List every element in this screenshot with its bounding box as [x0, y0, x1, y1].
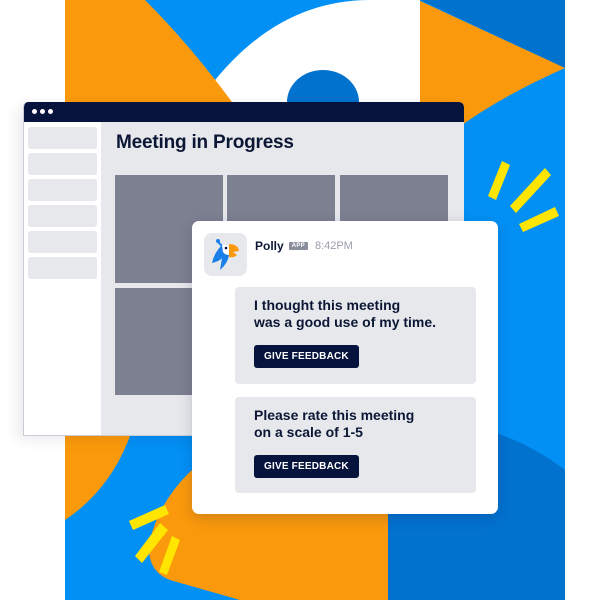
feedback-prompt: I thought this meeting was a good use of…	[235, 287, 476, 384]
prompt-text-line: Please rate this meeting	[254, 407, 415, 423]
sender-name[interactable]: Polly	[255, 239, 284, 253]
prompt-text-line: I thought this meeting	[254, 297, 401, 313]
give-feedback-button[interactable]: GIVE FEEDBACK	[254, 455, 359, 478]
sidebar-item[interactable]	[28, 179, 97, 201]
window-sidebar	[24, 122, 101, 435]
app-badge: APP	[288, 242, 308, 250]
sidebar-item[interactable]	[28, 205, 97, 227]
prompt-text-line: on a scale of 1-5	[254, 424, 363, 440]
prompt-text: Please rate this meeting on a scale of 1…	[254, 407, 457, 441]
message-header: Polly APP 8:42PM	[255, 239, 353, 253]
give-feedback-button[interactable]: GIVE FEEDBACK	[254, 345, 359, 368]
message-timestamp: 8:42PM	[314, 240, 353, 252]
window-controls[interactable]	[32, 109, 53, 114]
prompt-text-line: was a good use of my time.	[254, 314, 437, 330]
page-title: Meeting in Progress	[116, 132, 294, 153]
window-titlebar	[24, 102, 464, 122]
sidebar-item[interactable]	[28, 127, 97, 149]
sidebar-item[interactable]	[28, 153, 97, 175]
sidebar-item[interactable]	[28, 231, 97, 253]
window-dot-icon[interactable]	[40, 109, 45, 114]
chat-message-card: Polly APP 8:42PM I thought this meeting …	[192, 221, 498, 514]
window-dot-icon[interactable]	[32, 109, 37, 114]
avatar	[204, 233, 247, 276]
prompt-text: I thought this meeting was a good use of…	[254, 297, 457, 331]
parrot-icon	[212, 239, 239, 270]
window-dot-icon[interactable]	[48, 109, 53, 114]
rating-prompt: Please rate this meeting on a scale of 1…	[235, 397, 476, 493]
sidebar-item[interactable]	[28, 257, 97, 279]
